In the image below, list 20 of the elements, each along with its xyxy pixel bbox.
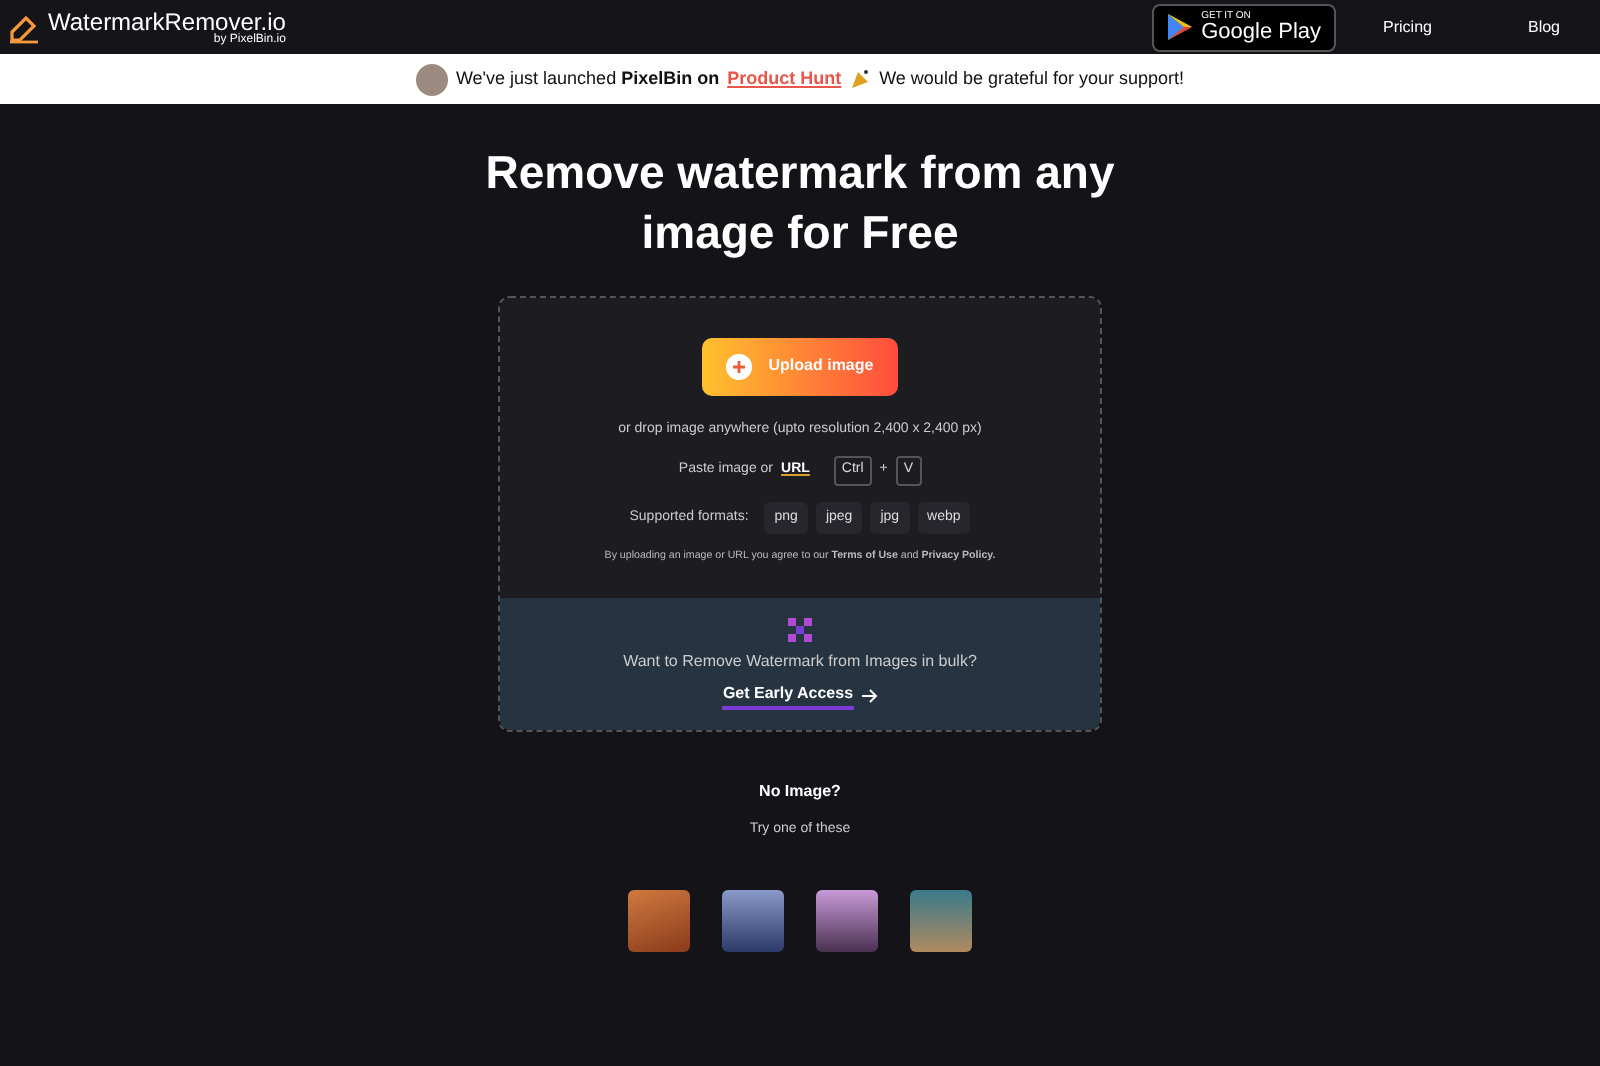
page-title: Remove watermark from any image for Free bbox=[483, 144, 1117, 262]
photo-placeholder[interactable] bbox=[628, 889, 690, 952]
photo-placeholder[interactable] bbox=[816, 889, 878, 952]
samples-title: No Image? bbox=[759, 780, 841, 805]
banner-text: We've just launched PixelBin on bbox=[455, 65, 720, 92]
logo-icon bbox=[8, 11, 40, 43]
logo-text[interactable]: WatermarkRemover.io bbox=[48, 9, 286, 33]
banner-text: We would be grateful for your support! bbox=[879, 65, 1185, 92]
plus-icon bbox=[726, 353, 753, 380]
party-popper-icon bbox=[849, 68, 872, 90]
grid-icon bbox=[788, 618, 812, 643]
photo-placeholder[interactable] bbox=[910, 889, 972, 952]
product-hunt-link[interactable]: Product Hunt bbox=[727, 65, 842, 93]
nav-link[interactable]: Blog bbox=[1527, 15, 1560, 39]
avatar-icon bbox=[415, 63, 448, 95]
photo-placeholder[interactable] bbox=[722, 889, 784, 952]
arrow-right-icon bbox=[861, 688, 878, 705]
nav-link[interactable]: Pricing bbox=[1383, 15, 1432, 39]
bulk-text: Want to Remove Watermark from Images in bulk? bbox=[623, 650, 977, 675]
early-access-link[interactable]: Get Early Access bbox=[722, 682, 854, 711]
